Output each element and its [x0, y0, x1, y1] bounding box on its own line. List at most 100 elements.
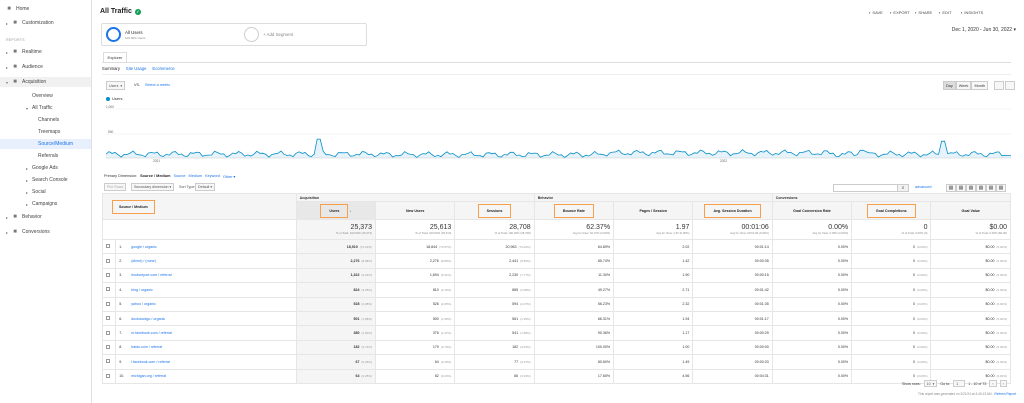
source-medium-link[interactable]: rtoolsreport.com / referral: [131, 273, 171, 277]
source-medium-link[interactable]: m.facebook.com / referral: [131, 331, 172, 335]
sidebar-item-customization[interactable]: ▸ ■ Customization: [6, 20, 54, 26]
go-to-input[interactable]: 1: [953, 380, 966, 387]
plot-rows-button[interactable]: Plot Rows: [104, 183, 127, 191]
sidebar-item-social[interactable]: ▸ Social: [26, 189, 46, 195]
line-chart-icon[interactable]: [994, 81, 1004, 90]
source-medium-link[interactable]: yahoo / organic: [131, 302, 156, 306]
sort-arrow-icon[interactable]: ↓: [348, 209, 351, 213]
sort-type-dropdown[interactable]: Default ▾: [195, 183, 216, 191]
row-checkbox[interactable]: [106, 344, 110, 349]
insights-button[interactable]: ▪ INSIGHTS: [961, 10, 983, 15]
prev-page-icon[interactable]: ‹: [989, 380, 997, 387]
sort-type-value: Default ▾: [198, 185, 213, 189]
sidebar-item-source-medium[interactable]: Source/Medium: [0, 139, 91, 149]
select-metric-link[interactable]: Select a metric: [145, 83, 170, 87]
column-header-goal-conversion-rate[interactable]: Goal Conversion Rate: [793, 209, 831, 213]
sidebar-item-referrals[interactable]: Referrals: [38, 153, 58, 159]
metric-selector[interactable]: Users ▾: [106, 81, 126, 90]
primary-dimension-option[interactable]: Medium: [189, 174, 203, 179]
source-medium-link[interactable]: l.facebook.com / referral: [131, 360, 170, 364]
search-icon[interactable]: ⌕: [897, 184, 909, 192]
granularity-day[interactable]: Day: [943, 81, 956, 90]
edit-button[interactable]: ▪ EDIT: [939, 10, 952, 15]
column-header-new-users[interactable]: New Users: [406, 209, 424, 213]
export-button[interactable]: ▪ EXPORT: [890, 10, 910, 15]
row-checkbox[interactable]: [106, 316, 110, 321]
row-checkbox[interactable]: [106, 272, 110, 277]
save-button[interactable]: ▪ SAVE: [869, 10, 883, 15]
chart-options-icon[interactable]: [1005, 81, 1015, 90]
column-header-sessions[interactable]: Sessions: [477, 203, 512, 218]
sidebar-item-audience[interactable]: ▸ ■ Audience: [6, 64, 43, 70]
row-checkbox[interactable]: [106, 287, 110, 292]
rows-per-page-select[interactable]: 10 ▾: [923, 380, 938, 387]
next-page-icon[interactable]: ›: [999, 380, 1007, 387]
source-medium-link[interactable]: duckduckgo / organic: [131, 317, 165, 321]
sidebar-item-google-ads[interactable]: ▸ Google Ads: [26, 165, 58, 171]
metric-percent: (0.00%): [916, 331, 928, 336]
source-medium-header[interactable]: Source / Medium: [112, 199, 155, 214]
row-checkbox[interactable]: [106, 244, 110, 249]
comparison-view-icon[interactable]: ▦: [976, 184, 986, 192]
sidebar-item-behavior[interactable]: ▸ ■ Behavior: [6, 214, 42, 220]
data-view-icon[interactable]: ▦: [946, 184, 956, 192]
sidebar-item-overview[interactable]: Overview: [32, 93, 53, 99]
row-number: 2.: [119, 259, 123, 264]
column-header-pages-session[interactable]: Pages / Session: [640, 209, 667, 213]
source-medium-link[interactable]: google / organic: [131, 245, 157, 249]
add-segment-circle[interactable]: [244, 27, 259, 42]
column-header-goal-value[interactable]: Goal Value: [962, 209, 980, 213]
metric-percent: (73.57%): [439, 244, 452, 249]
date-range-picker[interactable]: Dec 1, 2020 - Jun 30, 2022 ▾: [952, 27, 1016, 33]
source-medium-link[interactable]: (direct) / (none): [131, 259, 156, 263]
percentage-view-icon[interactable]: ▦: [956, 184, 966, 192]
metric-value: 2.02: [682, 244, 690, 249]
term-cloud-icon[interactable]: ▦: [986, 184, 996, 192]
row-checkbox[interactable]: [106, 373, 110, 378]
row-checkbox[interactable]: [106, 301, 110, 306]
granularity-week[interactable]: Week: [955, 81, 972, 90]
column-header-bounce-rate[interactable]: Bounce Rate: [553, 203, 594, 218]
secondary-dimension-dropdown[interactable]: Secondary dimension ▾: [131, 183, 175, 191]
subtab-ecommerce[interactable]: Ecommerce: [152, 66, 174, 71]
sidebar-item-conversions[interactable]: ▸ ■ Conversions: [6, 229, 50, 235]
share-button[interactable]: ▪ SHARE: [915, 10, 932, 15]
granularity-month[interactable]: Month: [971, 81, 988, 90]
tab-explorer[interactable]: Explorer: [103, 52, 127, 62]
sidebar-item-label: Customization: [22, 20, 54, 26]
primary-dimension-option[interactable]: Keyword: [205, 174, 220, 179]
source-medium-link[interactable]: baidu.com / referral: [131, 345, 162, 349]
metric-cell: 0 (0.00%): [851, 339, 932, 356]
totals-spacer: [102, 219, 297, 240]
performance-view-icon[interactable]: ▦: [966, 184, 976, 192]
sidebar-item-acquisition[interactable]: ▾ ■ Acquisition: [0, 77, 91, 87]
primary-dimension-option[interactable]: Other ▾: [223, 174, 235, 179]
all-users-segment-circle[interactable]: [106, 27, 121, 42]
subtab-summary[interactable]: Summary: [102, 66, 120, 71]
sidebar-item-realtime[interactable]: ▸ ■ Realtime: [6, 49, 42, 55]
all-users-segment-label[interactable]: All Users: [125, 30, 143, 35]
column-header-goal-completions[interactable]: Goal Completions: [866, 203, 916, 218]
source-medium-link[interactable]: bing / organic: [131, 288, 153, 292]
row-checkbox[interactable]: [106, 258, 110, 263]
sidebar-item-home[interactable]: ■ Home: [6, 6, 29, 12]
sidebar-item-channels[interactable]: Channels: [38, 117, 59, 123]
source-medium-link[interactable]: michigan.org / referral: [131, 374, 166, 378]
primary-dimension-option[interactable]: Source: [174, 174, 186, 179]
row-checkbox[interactable]: [106, 359, 110, 364]
totals-cell: 25,613% of Total: 100.00% (25,613): [374, 219, 456, 240]
sidebar-item-treemaps[interactable]: Treemaps: [38, 129, 60, 135]
column-header-avg-session-duration[interactable]: Avg. Session Duration: [704, 203, 761, 218]
metric-value: 00:00:33: [754, 359, 769, 364]
add-segment-button[interactable]: + Add Segment: [263, 32, 293, 37]
sidebar-item-campaigns[interactable]: ▸ Campaigns: [26, 201, 57, 207]
refresh-report-link[interactable]: Refresh Report: [994, 392, 1016, 396]
row-checkbox[interactable]: [106, 330, 110, 335]
column-header-users[interactable]: Users: [320, 203, 349, 218]
pivot-view-icon[interactable]: ▦: [996, 184, 1006, 192]
subtab-site-usage[interactable]: Site Usage: [126, 66, 146, 71]
sidebar-item-all-traffic[interactable]: ▾ All Traffic: [26, 105, 52, 111]
advanced-filter-link[interactable]: advanced: [915, 185, 931, 189]
sidebar-item-search-console[interactable]: ▸ Search Console: [26, 177, 68, 183]
primary-dimension-option[interactable]: Source / Medium: [140, 174, 170, 179]
